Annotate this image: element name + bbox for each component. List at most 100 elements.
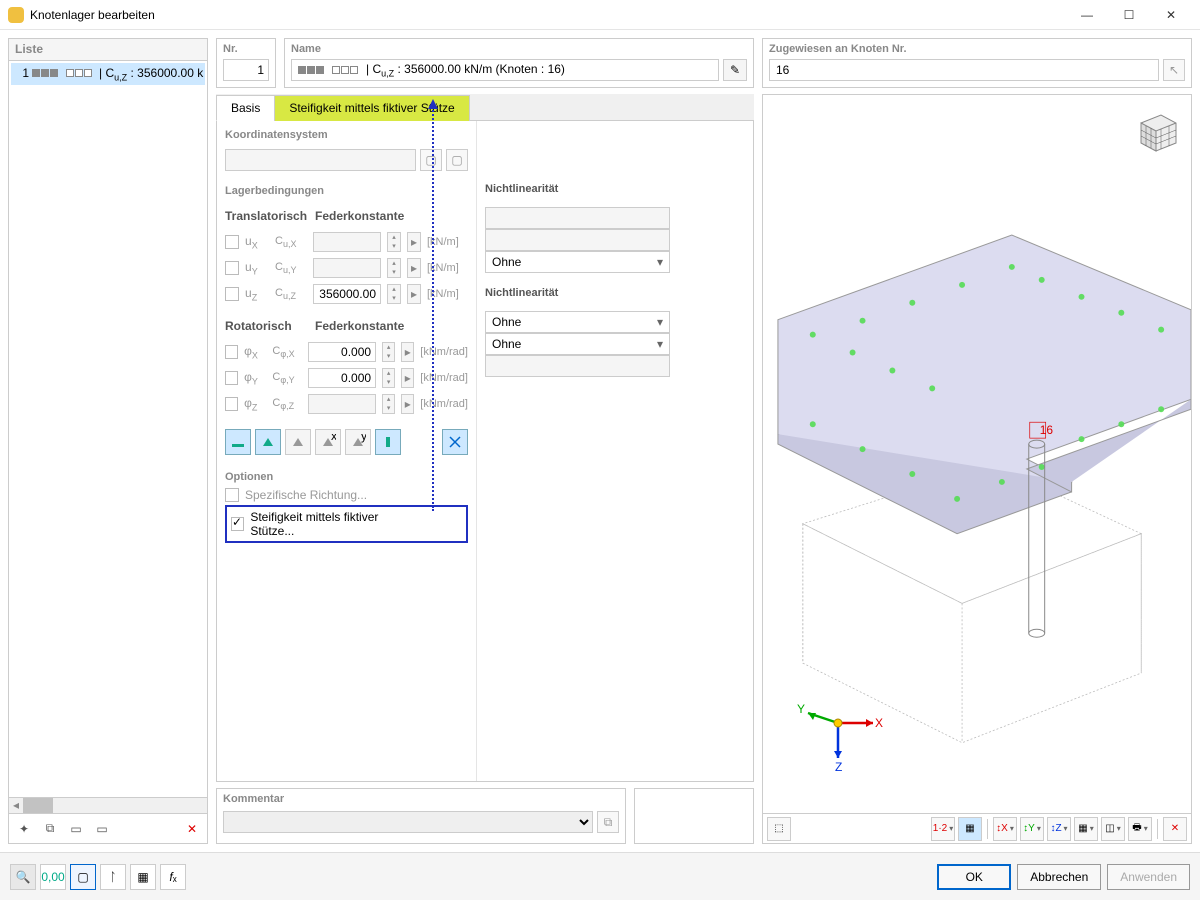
comment-select[interactable] <box>223 811 593 833</box>
spring-constant-input <box>313 232 381 252</box>
assigned-label: Zugewiesen an Knoten Nr. <box>763 39 1191 55</box>
tab-stiffness[interactable]: Steifigkeit mittels fiktiver Stütze <box>274 95 469 121</box>
bottom-icon-6[interactable]: fₓ <box>160 864 186 890</box>
spring-constant-input[interactable] <box>308 368 376 388</box>
axis-gizmo: X Y Z <box>793 683 883 773</box>
coord-pick-button-1[interactable]: ▢ <box>420 149 442 171</box>
support-checkbox[interactable] <box>225 371 238 385</box>
spinner[interactable]: ▴▾ <box>382 342 395 362</box>
spinner: ▴▾ <box>387 258 401 278</box>
preset-icon-3[interactable] <box>285 429 311 455</box>
vp-btn-y[interactable]: ↕Y <box>1020 817 1044 841</box>
vp-btn-render[interactable]: ▦ <box>1074 817 1098 841</box>
viewport-3d[interactable]: 16 X Y Z <box>762 94 1192 844</box>
cancel-button[interactable]: Abbrechen <box>1017 864 1101 890</box>
spinner[interactable]: ▴▾ <box>387 284 401 304</box>
tool-button-1[interactable]: ▭ <box>65 818 87 840</box>
support-checkbox[interactable] <box>225 287 239 301</box>
form-left-column: Koordinatensystem ▢ ▢ Lagerbedingungen T… <box>217 121 477 781</box>
comment-box: Kommentar ⧉ <box>216 788 626 844</box>
nonlinearity-select[interactable]: Ohne▾ <box>485 311 670 333</box>
minimize-button[interactable]: — <box>1066 1 1108 29</box>
support-var: uX <box>245 234 269 250</box>
vp-btn-x[interactable]: ↕X <box>993 817 1017 841</box>
value-menu-button[interactable]: ▸ <box>407 284 421 304</box>
bottom-icon-5[interactable]: ▦ <box>130 864 156 890</box>
close-button[interactable]: ✕ <box>1150 1 1192 29</box>
coord-system-input[interactable] <box>225 149 416 171</box>
preset-icon-6[interactable] <box>375 429 401 455</box>
option-stiffness-column[interactable]: Steifigkeit mittels fiktiver Stütze... <box>231 510 416 538</box>
vp-btn-box[interactable]: ◫ <box>1101 817 1125 841</box>
spring-constant-input[interactable] <box>308 342 376 362</box>
copy-item-button[interactable]: ⧉ <box>39 818 61 840</box>
number-field-box: Nr. <box>216 38 276 88</box>
form-mid-column: Nichtlinearität Ohne▾ Nichtlinearität Oh… <box>477 121 753 781</box>
name-field-box: Name | Cu,Z : 356000.00 kN/m (Knoten : 1… <box>284 38 754 88</box>
vp-btn-print[interactable]: 🖶 <box>1128 817 1152 841</box>
stiffness-column-label: Steifigkeit mittels fiktiver Stütze... <box>250 510 416 538</box>
value-menu-button[interactable]: ▸ <box>401 342 414 362</box>
support-const: Cu,Z <box>275 287 307 301</box>
number-input[interactable] <box>223 59 269 81</box>
preset-icon-4[interactable]: x <box>315 429 341 455</box>
vp-btn-reset[interactable]: ✕ <box>1163 817 1187 841</box>
stiffness-column-checkbox[interactable] <box>231 517 244 531</box>
nonlinearity-select[interactable]: Ohne▾ <box>485 333 670 355</box>
vp-btn-view[interactable]: ▦ <box>958 817 982 841</box>
delete-item-button[interactable]: ✕ <box>181 818 203 840</box>
list-body[interactable]: 1 | Cu,Z : 356000.00 k <box>9 61 207 797</box>
unit-label: [kNm/rad] <box>420 398 468 410</box>
bottom-icon-3[interactable]: ▢ <box>70 864 96 890</box>
list-h-scrollbar[interactable]: ◂ <box>9 797 207 813</box>
list-header: Liste <box>9 39 207 61</box>
spinner[interactable]: ▴▾ <box>382 368 395 388</box>
bottom-icon-4[interactable]: ᛚ <box>100 864 126 890</box>
vp-btn-numbering[interactable]: 1·2 <box>931 817 955 841</box>
bottom-icon-units[interactable]: 0,00 <box>40 864 66 890</box>
vp-btn-1[interactable]: ⬚ <box>767 817 791 841</box>
view-cube[interactable] <box>1131 105 1181 155</box>
tab-basis[interactable]: Basis <box>216 95 275 121</box>
preset-icon-1[interactable] <box>225 429 251 455</box>
assigned-pick-button[interactable]: ↖ <box>1163 59 1185 81</box>
list-panel: Liste 1 | Cu,Z : 356000.00 k ◂ ✦ ⧉ ▭ ▭ ✕ <box>8 38 208 844</box>
new-item-button[interactable]: ✦ <box>13 818 35 840</box>
feder-header: Federkonstante <box>315 209 468 223</box>
value-menu-button[interactable]: ▸ <box>401 368 414 388</box>
svg-text:y: y <box>361 434 366 443</box>
support-checkbox[interactable] <box>225 235 239 249</box>
feder-header-2: Federkonstante <box>315 319 468 333</box>
vp-btn-z[interactable]: ↕Z <box>1047 817 1071 841</box>
bottom-icon-help[interactable]: 🔍 <box>10 864 36 890</box>
svg-text:x: x <box>331 434 336 443</box>
preset-icon-2[interactable] <box>255 429 281 455</box>
ok-button[interactable]: OK <box>937 864 1011 890</box>
spinner: ▴▾ <box>382 394 395 414</box>
assigned-input[interactable] <box>769 59 1159 81</box>
app-icon <box>8 7 24 23</box>
apply-button[interactable]: Anwenden <box>1107 864 1190 890</box>
support-checkbox[interactable] <box>225 397 238 411</box>
tool-button-2[interactable]: ▭ <box>91 818 113 840</box>
comment-pick-button[interactable]: ⧉ <box>597 811 619 833</box>
support-checkbox[interactable] <box>225 345 238 359</box>
preset-icon-free[interactable] <box>442 429 468 455</box>
viewport-toolbar: ⬚ 1·2 ▦ ↕X ↕Y ↕Z ▦ ◫ 🖶 ✕ <box>763 813 1191 843</box>
specific-direction-checkbox[interactable] <box>225 488 239 502</box>
value-menu-button: ▸ <box>407 258 421 278</box>
preset-icon-5[interactable]: y <box>345 429 371 455</box>
spring-constant-input[interactable] <box>313 284 381 304</box>
svg-text:Y: Y <box>797 702 805 716</box>
support-var: uZ <box>245 286 269 302</box>
list-item[interactable]: 1 | Cu,Z : 356000.00 k <box>11 63 205 85</box>
support-checkbox[interactable] <box>225 261 239 275</box>
value-menu-button: ▸ <box>407 232 421 252</box>
edit-name-button[interactable]: ✎ <box>723 59 747 81</box>
nonlinearity-select[interactable]: Ohne▾ <box>485 251 670 273</box>
svg-text:X: X <box>875 716 883 730</box>
nonlin-header-1: Nichtlinearität <box>485 183 745 201</box>
coord-pick-button-2[interactable]: ▢ <box>446 149 468 171</box>
comment-label: Kommentar <box>223 793 619 805</box>
maximize-button[interactable]: ☐ <box>1108 1 1150 29</box>
